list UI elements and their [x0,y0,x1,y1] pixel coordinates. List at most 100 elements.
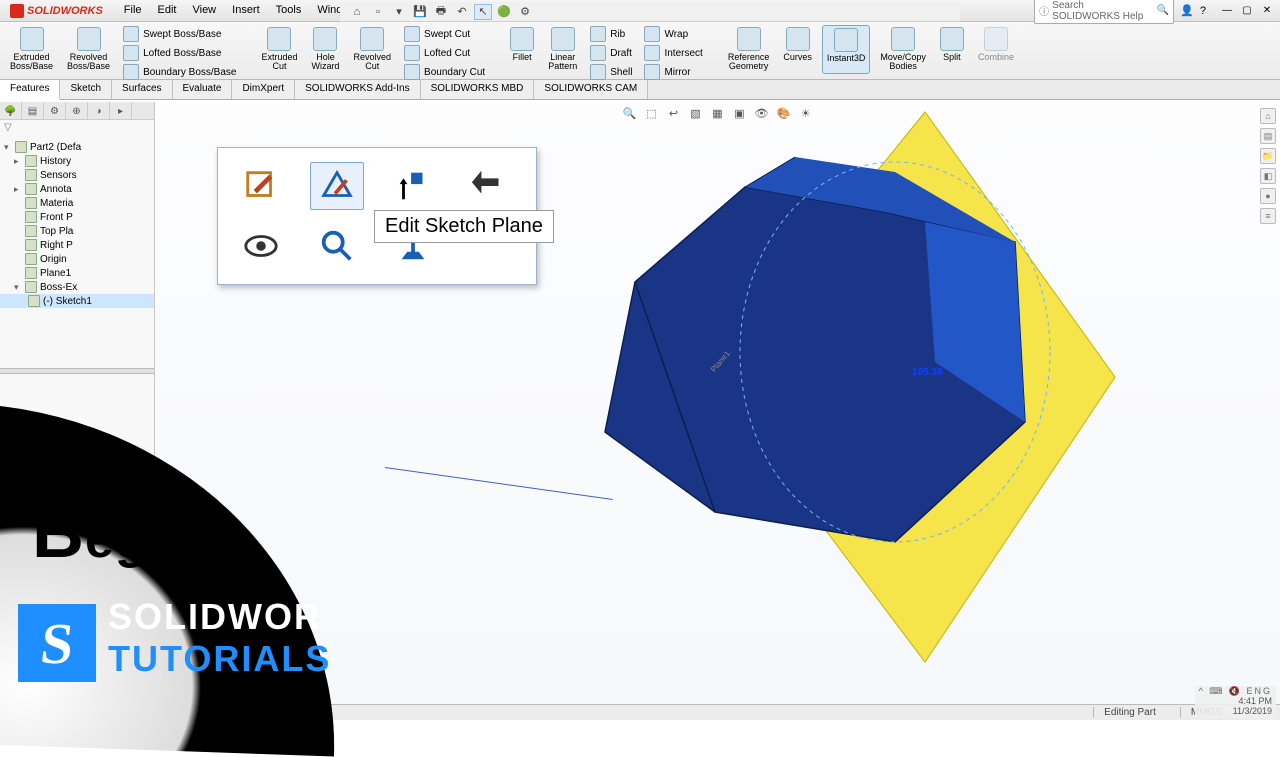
tree-top-plane[interactable]: Top Pla [0,224,154,238]
lofted-cut-button[interactable]: Lofted Cut [401,44,488,62]
instant3d-button[interactable]: Instant3D [822,25,871,74]
tab-cam[interactable]: SOLIDWORKS CAM [534,80,648,99]
rib-button[interactable]: Rib [587,25,635,43]
tab-addins[interactable]: SOLIDWORKS Add-Ins [295,80,420,99]
curves-button[interactable]: Curves [779,25,816,74]
tree-origin[interactable]: Origin [0,252,154,266]
mirror-button[interactable]: Mirror [641,63,705,81]
origin-icon [25,253,37,265]
tree-front-plane[interactable]: Front P [0,210,154,224]
fm-tab-dim-icon[interactable]: ⊕ [66,102,88,120]
plane-icon [25,239,37,251]
fm-tab-display-icon[interactable]: ◑ [88,102,110,120]
linear-pattern-icon [551,27,575,51]
undo-button[interactable] [462,162,516,210]
extruded-cut-icon [267,27,291,51]
tree-history[interactable]: ▸History [0,154,154,168]
menu-edit[interactable]: Edit [151,2,184,19]
edit-sketch-button[interactable] [234,162,288,210]
extruded-cut-button[interactable]: ExtrudedCut [257,25,301,81]
select-icon[interactable]: ↖ [474,4,492,20]
close-button[interactable]: ✕ [1258,4,1276,18]
tree-boss-extrude[interactable]: ▾Boss-Ex [0,280,154,294]
tree-plane1[interactable]: Plane1 [0,266,154,280]
new-icon[interactable]: ▫ [369,4,387,20]
fm-tab-more-icon[interactable]: ▸ [110,102,132,120]
restore-button[interactable]: ▢ [1238,4,1256,18]
tree-material[interactable]: Materia [0,196,154,210]
rebuild-icon[interactable]: 🟢 [495,4,513,20]
tab-evaluate[interactable]: Evaluate [173,80,233,99]
boundary-cut-button[interactable]: Boundary Cut [401,63,488,81]
tab-mbd[interactable]: SOLIDWORKS MBD [421,80,535,99]
dimension-label[interactable]: 105.38 [912,367,943,378]
split-icon [940,27,964,51]
draft-button[interactable]: Draft [587,44,635,62]
revolved-boss-button[interactable]: RevolvedBoss/Base [63,25,114,81]
tab-sketch[interactable]: Sketch [60,80,112,99]
search-help-input[interactable]: ⓘ Search SOLIDWORKS Help 🔍 [1034,0,1174,24]
overlay-subtitle: SOLIDWOR TUTORIALS [108,596,331,680]
split-button[interactable]: Split [936,25,968,74]
overlay-logo: S [18,604,96,682]
command-tab-strip: Features Sketch Surfaces Evaluate DimXpe… [0,80,1280,100]
menu-file[interactable]: File [117,2,149,19]
boundary-boss-button[interactable]: Boundary Boss/Base [120,63,239,81]
panel-splitter[interactable] [0,368,154,374]
plane-icon [25,225,37,237]
save-icon[interactable]: 💾 [411,4,429,20]
fm-tab-tree-icon[interactable]: 🌳 [0,102,22,120]
combine-icon [984,27,1008,51]
menu-view[interactable]: View [185,2,223,19]
menu-tools[interactable]: Tools [269,2,309,19]
home-icon[interactable]: ⌂ [348,4,366,20]
instant3d-icon [834,28,858,52]
zoom-to-selection-button[interactable] [310,222,364,270]
intersect-button[interactable]: Intersect [641,44,705,62]
combine-button[interactable]: Combine [974,25,1018,74]
minimize-button[interactable]: — [1218,4,1236,18]
edit-sketch-plane-button[interactable] [310,162,364,210]
tree-root[interactable]: ▾Part2 (Defa [0,140,154,154]
help-question-icon[interactable]: ? [1200,5,1206,17]
normal-to-button[interactable] [386,162,440,210]
tab-features[interactable]: Features [0,80,60,100]
extruded-boss-button[interactable]: ExtrudedBoss/Base [6,25,57,81]
plane-icon [25,267,37,279]
move-copy-bodies-button[interactable]: Move/CopyBodies [876,25,930,74]
fm-tab-config-icon[interactable]: ⚙ [44,102,66,120]
print-icon[interactable]: 🖶 [432,4,450,20]
tree-sensors[interactable]: Sensors [0,168,154,182]
tree-filter-icon[interactable]: ▽ [0,120,154,138]
extrude-icon [25,281,37,293]
material-icon [25,197,37,209]
show-hide-button[interactable] [234,222,288,270]
app-logo: SOLIDWORKS [4,4,109,18]
revolved-cut-button[interactable]: RevolvedCut [350,25,396,81]
tab-surfaces[interactable]: Surfaces [112,80,172,99]
menu-insert[interactable]: Insert [225,2,267,19]
tree-annotations[interactable]: ▸Annota [0,182,154,196]
plane-icon [25,211,37,223]
system-tray: ^ ⌨ 🔇 ENG 4:41 PM 11/3/2019 [1195,686,1276,718]
open-icon[interactable]: ▾ [390,4,408,20]
wrap-button[interactable]: Wrap [641,25,705,43]
fillet-button[interactable]: Fillet [506,25,538,81]
hole-wizard-button[interactable]: HoleWizard [307,25,343,81]
revolved-cut-icon [360,27,384,51]
fm-tab-property-icon[interactable]: ▤ [22,102,44,120]
undo-icon[interactable]: ↶ [453,4,471,20]
revolved-boss-icon [77,27,101,51]
fillet-icon [510,27,534,51]
shell-button[interactable]: Shell [587,63,635,81]
linear-pattern-button[interactable]: LinearPattern [544,25,581,81]
swept-boss-button[interactable]: Swept Boss/Base [120,25,239,43]
tree-sketch1[interactable]: (-) Sketch1 [0,294,154,308]
options-icon[interactable]: ⚙ [516,4,534,20]
swept-cut-button[interactable]: Swept Cut [401,25,488,43]
reference-geometry-button[interactable]: ReferenceGeometry [724,25,774,74]
tab-dimxpert[interactable]: DimXpert [232,80,295,99]
lofted-boss-button[interactable]: Lofted Boss/Base [120,44,239,62]
user-icon[interactable]: 👤 [1180,4,1194,17]
tree-right-plane[interactable]: Right P [0,238,154,252]
